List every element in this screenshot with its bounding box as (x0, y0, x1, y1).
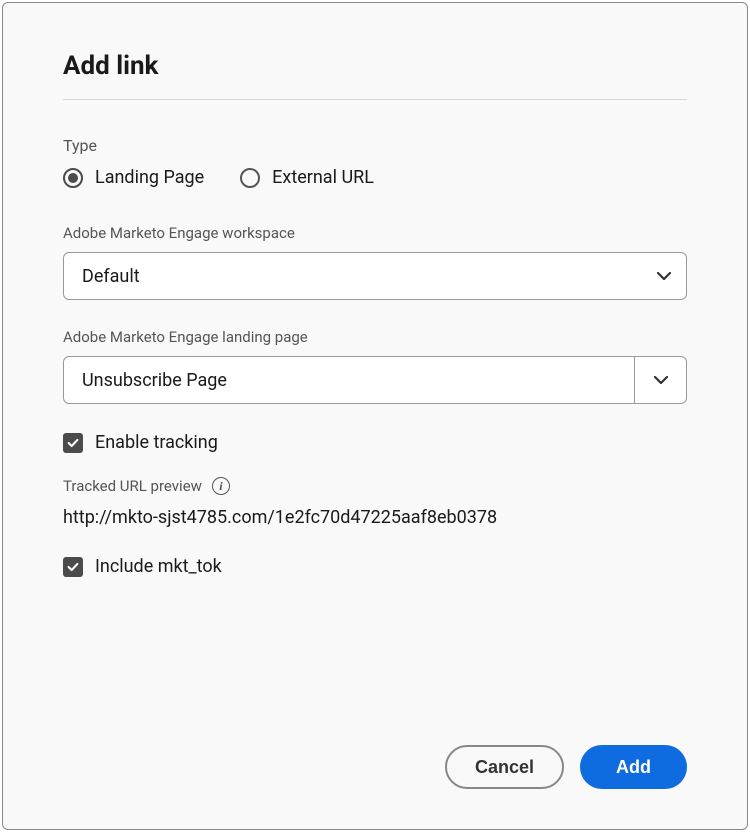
radio-unselected-icon (240, 168, 260, 188)
landing-page-label: Adobe Marketo Engage landing page (63, 328, 687, 346)
include-mkttok-checkbox[interactable] (63, 557, 83, 577)
cancel-button[interactable]: Cancel (445, 745, 564, 789)
landing-page-value: Unsubscribe Page (82, 370, 227, 391)
add-link-dialog: Add link Type Landing Page External URL … (2, 2, 748, 830)
add-button[interactable]: Add (580, 745, 687, 789)
url-preview-label: Tracked URL preview (63, 477, 202, 495)
type-radio-group: Landing Page External URL (63, 167, 687, 188)
include-mkttok-label: Include mkt_tok (95, 556, 222, 577)
radio-landing-label: Landing Page (95, 167, 204, 188)
radio-selected-icon (63, 168, 83, 188)
workspace-label: Adobe Marketo Engage workspace (63, 224, 687, 242)
workspace-value: Default (82, 266, 140, 287)
checkmark-icon (66, 560, 80, 574)
radio-external-url[interactable]: External URL (240, 167, 374, 188)
enable-tracking-checkbox[interactable] (63, 433, 83, 453)
chevron-down-icon (634, 357, 686, 403)
landing-page-select[interactable]: Unsubscribe Page (63, 356, 687, 404)
info-icon[interactable]: i (212, 477, 230, 495)
radio-landing-page[interactable]: Landing Page (63, 167, 204, 188)
type-label: Type (63, 136, 687, 155)
divider (63, 99, 687, 100)
url-preview-value: http://mkto-sjst4785.com/1e2fc70d47225aa… (63, 507, 687, 528)
radio-external-label: External URL (272, 167, 374, 188)
enable-tracking-label: Enable tracking (95, 432, 218, 453)
chevron-down-icon (656, 268, 672, 284)
dialog-buttons: Cancel Add (63, 745, 687, 789)
workspace-select[interactable]: Default (63, 252, 687, 300)
dialog-title: Add link (63, 51, 687, 81)
checkmark-icon (66, 436, 80, 450)
